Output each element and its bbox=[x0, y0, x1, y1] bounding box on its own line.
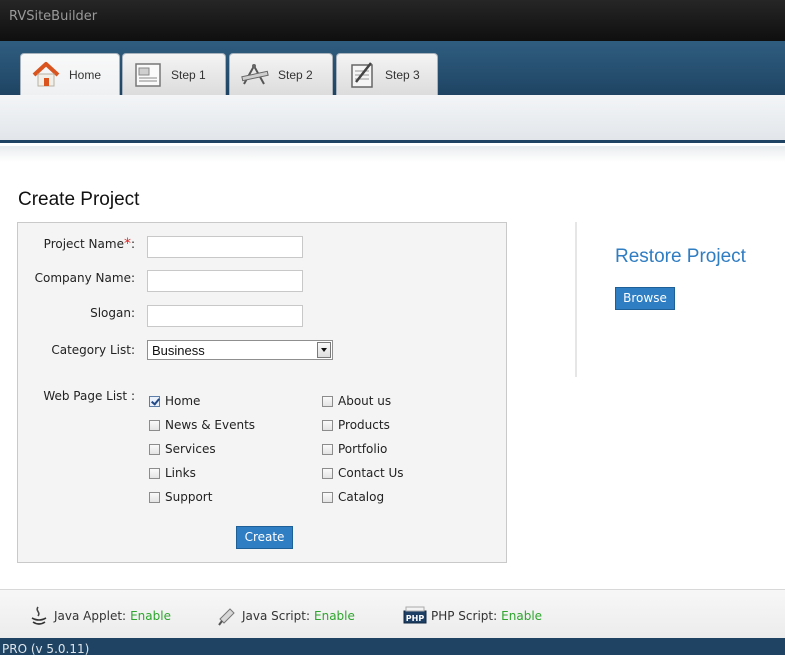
javascript-icon bbox=[218, 608, 235, 626]
php-script-enable: Enable bbox=[501, 609, 543, 623]
php-script-status: PHP PHP Script: Enable bbox=[403, 605, 542, 627]
page-checkbox-about-us[interactable]: About us bbox=[322, 394, 391, 408]
web-page-list-label: Web Page List : bbox=[43, 389, 135, 403]
java-applet-status: Java Applet: Enable bbox=[28, 605, 171, 627]
checklist-icon bbox=[351, 61, 373, 88]
java-icon bbox=[31, 606, 47, 625]
tab-step-3-label: Step 3 bbox=[385, 67, 420, 82]
java-applet-label: Java Applet: bbox=[54, 609, 127, 623]
tab-step-1[interactable]: Step 1 bbox=[122, 53, 226, 95]
page-checkbox-services[interactable]: Services bbox=[149, 442, 216, 456]
sub-toolbar bbox=[0, 95, 785, 143]
java-applet-enable: Enable bbox=[130, 609, 171, 623]
category-select[interactable]: Business bbox=[147, 340, 333, 360]
java-script-enable: Enable bbox=[314, 609, 355, 623]
checkbox[interactable] bbox=[322, 467, 333, 479]
checkbox[interactable] bbox=[322, 491, 333, 503]
tab-home-label: Home bbox=[69, 68, 102, 82]
tab-step-2[interactable]: Step 2 bbox=[229, 53, 333, 95]
page-checkbox-news-events[interactable]: News & Events bbox=[149, 418, 255, 432]
create-button[interactable]: Create bbox=[236, 526, 293, 549]
category-list-label: Category List: bbox=[51, 343, 135, 357]
status-footer: Java Applet: Enable Java Script: Enable … bbox=[0, 589, 785, 638]
page-checkbox-portfolio[interactable]: Portfolio bbox=[322, 442, 387, 456]
php-icon: PHP bbox=[403, 606, 427, 624]
checkbox[interactable] bbox=[322, 419, 333, 431]
page-checkbox-products[interactable]: Products bbox=[322, 418, 390, 432]
page-checkbox-home[interactable]: Home bbox=[149, 394, 200, 408]
page-checkbox-catalog[interactable]: Catalog bbox=[322, 490, 384, 504]
tab-home[interactable]: Home bbox=[20, 53, 120, 96]
drafting-tools-icon bbox=[241, 63, 269, 84]
header-shadow bbox=[0, 146, 785, 162]
restore-project-title: Restore Project bbox=[615, 246, 746, 267]
document-icon bbox=[135, 62, 161, 87]
checkbox[interactable] bbox=[322, 443, 333, 455]
java-script-label: Java Script: bbox=[242, 609, 311, 623]
category-select-value: Business bbox=[152, 343, 205, 358]
app-header: RVSiteBuilder bbox=[0, 0, 785, 41]
app-title: RVSiteBuilder bbox=[9, 9, 98, 24]
java-script-status: Java Script: Enable bbox=[216, 605, 355, 627]
php-script-label: PHP Script: bbox=[431, 609, 498, 623]
company-name-input[interactable] bbox=[147, 270, 303, 292]
version-text: PRO (v 5.0.11) bbox=[2, 642, 90, 656]
page-checkbox-links[interactable]: Links bbox=[149, 466, 196, 480]
svg-text:PHP: PHP bbox=[406, 614, 425, 623]
browse-button[interactable]: Browse bbox=[615, 287, 675, 310]
tab-bar: Home Step 1 Step 2 Step 3 bbox=[0, 41, 785, 96]
checkbox[interactable] bbox=[149, 419, 160, 431]
company-name-label: Company Name: bbox=[34, 271, 135, 285]
checkbox-checked[interactable] bbox=[149, 395, 160, 407]
version-bar: PRO (v 5.0.11) bbox=[0, 638, 785, 656]
chevron-down-icon[interactable] bbox=[317, 342, 331, 358]
required-asterisk: * bbox=[123, 236, 131, 252]
tab-step-2-label: Step 2 bbox=[278, 67, 313, 82]
slogan-label: Slogan: bbox=[90, 306, 135, 320]
page-checkbox-support[interactable]: Support bbox=[149, 490, 212, 504]
project-name-label: Project Name*: bbox=[43, 236, 135, 252]
project-name-input[interactable] bbox=[147, 236, 303, 258]
tab-step-1-label: Step 1 bbox=[171, 67, 206, 82]
checkbox[interactable] bbox=[149, 491, 160, 503]
home-icon bbox=[32, 62, 60, 87]
checkbox[interactable] bbox=[149, 443, 160, 455]
checkbox[interactable] bbox=[149, 467, 160, 479]
section-divider bbox=[575, 222, 577, 377]
create-project-title: Create Project bbox=[18, 189, 140, 210]
page-checkbox-contact-us[interactable]: Contact Us bbox=[322, 466, 404, 480]
checkbox[interactable] bbox=[322, 395, 333, 407]
slogan-input[interactable] bbox=[147, 305, 303, 327]
tab-step-3[interactable]: Step 3 bbox=[336, 53, 438, 95]
